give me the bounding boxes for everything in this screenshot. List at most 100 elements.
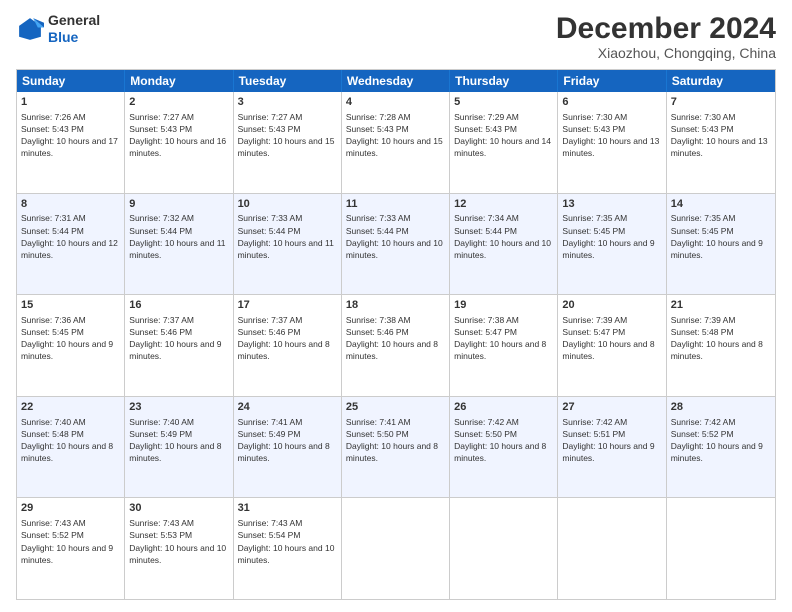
cell-info: Sunrise: 7:40 AMSunset: 5:49 PMDaylight:… [129,417,221,463]
header-cell-tuesday: Tuesday [234,70,342,92]
cell-info: Sunrise: 7:39 AMSunset: 5:47 PMDaylight:… [562,315,654,361]
calendar-cell: 30 Sunrise: 7:43 AMSunset: 5:53 PMDayligh… [125,498,233,599]
calendar-cell [450,498,558,599]
calendar-cell [667,498,775,599]
month-title: December 2024 [556,12,776,45]
calendar-cell: 23 Sunrise: 7:40 AMSunset: 5:49 PMDayligh… [125,397,233,498]
header-cell-friday: Friday [558,70,666,92]
day-number: 26 [454,400,553,415]
day-number: 3 [238,95,337,110]
calendar: SundayMondayTuesdayWednesdayThursdayFrid… [16,69,776,600]
calendar-cell: 15Sunrise: 7:36 AMSunset: 5:45 PMDayligh… [17,295,125,396]
day-number: 2 [129,95,228,110]
cell-info: Sunrise: 7:30 AMSunset: 5:43 PMDaylight:… [671,112,768,158]
logo-general: General [48,12,100,28]
day-number: 7 [671,95,771,110]
day-number: 14 [671,197,771,212]
calendar-cell: 19Sunrise: 7:38 AMSunset: 5:47 PMDayligh… [450,295,558,396]
calendar-row-1: 1Sunrise: 7:26 AMSunset: 5:43 PMDaylight… [17,92,775,193]
calendar-row-4: 22Sunrise: 7:40 AMSunset: 5:48 PMDayligh… [17,396,775,498]
title-block: December 2024 Xiaozhou, Chongqing, China [556,12,776,61]
calendar-cell: 13Sunrise: 7:35 AMSunset: 5:45 PMDayligh… [558,194,666,295]
cell-info: Sunrise: 7:33 AMSunset: 5:44 PMDaylight:… [238,213,334,259]
calendar-cell: 4 Sunrise: 7:28 AMSunset: 5:43 PMDaylight… [342,92,450,193]
calendar-cell: 24 Sunrise: 7:41 AMSunset: 5:49 PMDayligh… [234,397,342,498]
header-cell-wednesday: Wednesday [342,70,450,92]
cell-info: Sunrise: 7:35 AMSunset: 5:45 PMDaylight:… [562,213,654,259]
header: General Blue December 2024 Xiaozhou, Cho… [16,12,776,61]
day-number: 23 [129,400,228,415]
calendar-row-2: 8Sunrise: 7:31 AMSunset: 5:44 PMDaylight… [17,193,775,295]
calendar-cell: 17 Sunrise: 7:37 AMSunset: 5:46 PMDayligh… [234,295,342,396]
cell-info: Sunrise: 7:30 AMSunset: 5:43 PMDaylight:… [562,112,659,158]
logo: General Blue [16,12,100,46]
cell-info: Sunrise: 7:43 AMSunset: 5:52 PMDaylight:… [21,518,113,564]
cell-info: Sunrise: 7:39 AMSunset: 5:48 PMDaylight:… [671,315,763,361]
cell-info: Sunrise: 7:42 AMSunset: 5:52 PMDaylight:… [671,417,763,463]
day-number: 18 [346,298,445,313]
calendar-row-5: 29 Sunrise: 7:43 AMSunset: 5:52 PMDayligh… [17,497,775,599]
day-number: 15 [21,298,120,313]
day-number: 27 [562,400,661,415]
calendar-cell: 25Sunrise: 7:41 AMSunset: 5:50 PMDayligh… [342,397,450,498]
calendar-cell: 28 Sunrise: 7:42 AMSunset: 5:52 PMDayligh… [667,397,775,498]
cell-info: Sunrise: 7:31 AMSunset: 5:44 PMDaylight:… [21,213,118,259]
calendar-cell [558,498,666,599]
cell-info: Sunrise: 7:42 AMSunset: 5:50 PMDaylight:… [454,417,546,463]
calendar-cell: 14Sunrise: 7:35 AMSunset: 5:45 PMDayligh… [667,194,775,295]
calendar-cell: 6 Sunrise: 7:30 AMSunset: 5:43 PMDaylight… [558,92,666,193]
cell-info: Sunrise: 7:38 AMSunset: 5:46 PMDaylight:… [346,315,438,361]
calendar-cell: 1Sunrise: 7:26 AMSunset: 5:43 PMDaylight… [17,92,125,193]
day-number: 22 [21,400,120,415]
cell-info: Sunrise: 7:27 AMSunset: 5:43 PMDaylight:… [129,112,226,158]
day-number: 31 [238,501,337,516]
day-number: 28 [671,400,771,415]
logo-icon [16,15,44,43]
cell-info: Sunrise: 7:26 AMSunset: 5:43 PMDaylight:… [21,112,118,158]
cell-info: Sunrise: 7:27 AMSunset: 5:43 PMDaylight:… [238,112,335,158]
calendar-cell: 27 Sunrise: 7:42 AMSunset: 5:51 PMDayligh… [558,397,666,498]
day-number: 4 [346,95,445,110]
cell-info: Sunrise: 7:34 AMSunset: 5:44 PMDaylight:… [454,213,551,259]
cell-info: Sunrise: 7:37 AMSunset: 5:46 PMDaylight:… [129,315,221,361]
cell-info: Sunrise: 7:35 AMSunset: 5:45 PMDaylight:… [671,213,763,259]
header-cell-monday: Monday [125,70,233,92]
logo-blue: Blue [48,29,78,45]
day-number: 25 [346,400,445,415]
cell-info: Sunrise: 7:37 AMSunset: 5:46 PMDaylight:… [238,315,330,361]
calendar-cell: 3 Sunrise: 7:27 AMSunset: 5:43 PMDaylight… [234,92,342,193]
cell-info: Sunrise: 7:29 AMSunset: 5:43 PMDaylight:… [454,112,551,158]
day-number: 21 [671,298,771,313]
calendar-cell: 26 Sunrise: 7:42 AMSunset: 5:50 PMDayligh… [450,397,558,498]
calendar-cell: 20 Sunrise: 7:39 AMSunset: 5:47 PMDayligh… [558,295,666,396]
cell-info: Sunrise: 7:32 AMSunset: 5:44 PMDaylight:… [129,213,225,259]
calendar-cell: 21 Sunrise: 7:39 AMSunset: 5:48 PMDayligh… [667,295,775,396]
day-number: 10 [238,197,337,212]
header-cell-saturday: Saturday [667,70,775,92]
day-number: 17 [238,298,337,313]
calendar-cell: 11Sunrise: 7:33 AMSunset: 5:44 PMDayligh… [342,194,450,295]
cell-info: Sunrise: 7:28 AMSunset: 5:43 PMDaylight:… [346,112,443,158]
day-number: 6 [562,95,661,110]
calendar-cell: 5 Sunrise: 7:29 AMSunset: 5:43 PMDaylight… [450,92,558,193]
cell-info: Sunrise: 7:41 AMSunset: 5:49 PMDaylight:… [238,417,330,463]
day-number: 24 [238,400,337,415]
cell-info: Sunrise: 7:43 AMSunset: 5:53 PMDaylight:… [129,518,226,564]
calendar-header: SundayMondayTuesdayWednesdayThursdayFrid… [17,70,775,92]
calendar-cell: 8Sunrise: 7:31 AMSunset: 5:44 PMDaylight… [17,194,125,295]
calendar-cell [342,498,450,599]
calendar-cell: 22Sunrise: 7:40 AMSunset: 5:48 PMDayligh… [17,397,125,498]
day-number: 12 [454,197,553,212]
day-number: 11 [346,197,445,212]
calendar-body: 1Sunrise: 7:26 AMSunset: 5:43 PMDaylight… [17,92,775,599]
day-number: 16 [129,298,228,313]
calendar-cell: 16 Sunrise: 7:37 AMSunset: 5:46 PMDayligh… [125,295,233,396]
day-number: 29 [21,501,120,516]
day-number: 30 [129,501,228,516]
day-number: 5 [454,95,553,110]
calendar-cell: 29 Sunrise: 7:43 AMSunset: 5:52 PMDayligh… [17,498,125,599]
day-number: 20 [562,298,661,313]
cell-info: Sunrise: 7:33 AMSunset: 5:44 PMDaylight:… [346,213,443,259]
cell-info: Sunrise: 7:42 AMSunset: 5:51 PMDaylight:… [562,417,654,463]
calendar-cell: 12Sunrise: 7:34 AMSunset: 5:44 PMDayligh… [450,194,558,295]
